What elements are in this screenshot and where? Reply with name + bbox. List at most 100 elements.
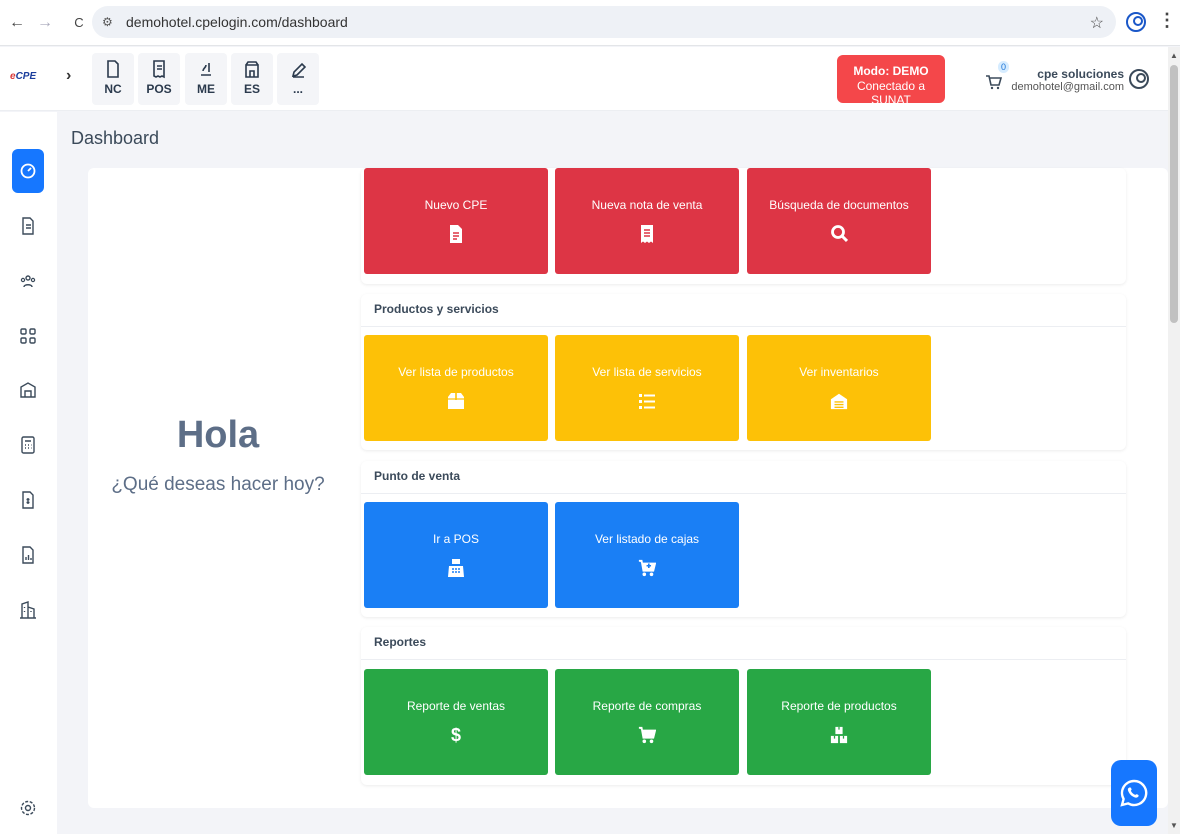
sidebar-item-dashboard[interactable] — [12, 149, 44, 193]
greeting-subtitle: ¿Qué deseas hacer hoy? — [111, 474, 325, 495]
mode-subtitle: Conectado a SUNAT — [856, 79, 926, 107]
cart-icon[interactable] — [984, 73, 1002, 91]
users-icon — [20, 275, 36, 288]
tile-reporte-compras[interactable]: Reporte de compras — [555, 669, 739, 775]
sidebar-item-calculator[interactable] — [12, 429, 44, 461]
tile-label: Reporte de ventas — [406, 699, 506, 713]
section-productos-servicios: Productos y servicios Ver lista de produ… — [361, 294, 1126, 450]
tile-label: Ver listado de cajas — [594, 532, 700, 546]
cart-plus-icon — [638, 559, 656, 577]
quick-action-me[interactable]: ME — [185, 53, 227, 105]
tile-label: Reporte de compras — [592, 699, 702, 713]
tile-ir-a-pos[interactable]: Ir a POS — [364, 502, 548, 608]
doc-icon — [107, 60, 119, 78]
tile-label: Ir a POS — [432, 532, 479, 546]
receipt-icon — [641, 225, 653, 243]
page-title: Dashboard — [71, 128, 160, 148]
back-icon[interactable]: ← — [6, 12, 28, 34]
sidebar-item-users[interactable] — [12, 265, 44, 297]
tile-reporte-ventas[interactable]: Reporte de ventas $ — [364, 669, 548, 775]
tile-label: Nuevo CPE — [424, 198, 488, 212]
edit-icon — [291, 62, 306, 78]
user-avatar-icon[interactable] — [1129, 69, 1149, 89]
user-email: demohotel@gmail.com — [1011, 81, 1124, 93]
tile-nuevo-cpe[interactable]: Nuevo CPE — [364, 168, 548, 274]
cash-register-icon — [448, 559, 464, 577]
tile-nueva-nota-de-venta[interactable]: Nueva nota de venta — [555, 168, 739, 274]
user-name[interactable]: cpe soluciones — [1037, 67, 1124, 81]
quick-action-es[interactable]: ES — [231, 53, 273, 105]
box-icon — [448, 393, 464, 409]
tile-label: Ver inventarios — [799, 365, 879, 379]
quick-action-label: ME — [197, 82, 215, 96]
signature-icon — [201, 63, 211, 76]
calculator-icon — [21, 436, 35, 454]
tile-reporte-productos[interactable]: Reporte de productos — [747, 669, 931, 775]
sidebar-item-company[interactable] — [12, 594, 44, 626]
tile-lista-productos[interactable]: Ver lista de productos — [364, 335, 548, 441]
section-title: Productos y servicios — [374, 302, 499, 316]
section-reportes: Reportes Reporte de ventas $ Reporte de … — [361, 627, 1126, 785]
boxes-icon — [830, 726, 848, 744]
quick-action-label: NC — [104, 82, 122, 96]
quick-action-nc[interactable]: NC — [92, 53, 134, 105]
quick-action-label: ES — [243, 82, 260, 96]
quick-action-more[interactable]: ... — [277, 53, 319, 105]
tile-label: Ver lista de productos — [398, 365, 514, 379]
quick-action-pos[interactable]: POS — [138, 53, 180, 105]
receipt-icon — [153, 60, 165, 79]
bookmark-star-icon[interactable]: ☆ — [1090, 13, 1104, 33]
quick-action-label: POS — [146, 82, 172, 96]
whatsapp-icon — [1120, 779, 1148, 807]
address-bar[interactable]: ⚙ demohotel.cpelogin.com/dashboard ☆ — [92, 6, 1116, 38]
expand-sidebar-icon[interactable]: › — [66, 67, 71, 85]
tile-label: Búsqueda de documentos — [769, 198, 909, 212]
browser-profile-icon[interactable] — [1126, 12, 1146, 32]
section-documentos: Nuevo CPE Nueva nota de venta Búsqueda d… — [361, 168, 1126, 284]
tile-label: Reporte de productos — [781, 699, 897, 713]
section-punto-de-venta: Punto de venta Ir a POS Ver listado de c… — [361, 461, 1126, 617]
section-divider — [361, 326, 1126, 327]
sidebar-item-apps[interactable] — [12, 320, 44, 352]
section-divider — [361, 659, 1126, 660]
apps-icon — [20, 328, 36, 344]
whatsapp-button[interactable] — [1111, 760, 1157, 826]
cart-icon — [638, 726, 656, 744]
document-icon — [22, 217, 34, 235]
tile-label: Ver lista de servicios — [592, 365, 702, 379]
cpe-logo[interactable]: eCPE — [10, 71, 46, 85]
search-icon — [831, 225, 848, 243]
sidebar-item-reports[interactable] — [12, 539, 44, 571]
site-settings-icon[interactable]: ⚙ — [102, 15, 118, 29]
report-icon — [22, 546, 34, 564]
reload-icon[interactable]: C — [68, 12, 90, 34]
file-icon — [450, 225, 462, 243]
browser-menu-icon[interactable]: ⋮ — [1158, 10, 1176, 31]
browser-toolbar: ← → C ⚙ demohotel.cpelogin.com/dashboard… — [0, 0, 1180, 46]
sidebar-item-invoices[interactable] — [12, 484, 44, 516]
scroll-up-icon[interactable]: ▲ — [1170, 51, 1178, 60]
tile-listado-cajas[interactable]: Ver listado de cajas — [555, 502, 739, 608]
tile-busqueda-documentos[interactable]: Búsqueda de documentos — [747, 168, 931, 274]
tile-inventarios[interactable]: Ver inventarios — [747, 335, 931, 441]
app-topbar: eCPE › NC POS ME ES ... Modo: DEMO Conec… — [0, 47, 1168, 111]
building-icon — [20, 601, 36, 619]
sidebar-item-documents[interactable] — [12, 210, 44, 242]
forward-icon[interactable]: → — [34, 12, 56, 34]
dashboard-icon — [20, 163, 36, 179]
page-scrollbar[interactable]: ▲ ▼ — [1168, 47, 1180, 834]
sidebar-item-warehouse[interactable] — [12, 374, 44, 406]
section-title: Punto de venta — [374, 469, 461, 483]
tile-label: Nueva nota de venta — [591, 198, 703, 212]
list-icon — [639, 394, 655, 409]
sidebar — [0, 112, 57, 834]
scroll-thumb[interactable] — [1170, 65, 1178, 323]
store-icon — [245, 61, 259, 78]
scroll-down-icon[interactable]: ▼ — [1170, 821, 1178, 830]
greeting-title: Hola — [176, 414, 260, 456]
mode-badge[interactable]: Modo: DEMO Conectado a SUNAT — [837, 55, 945, 107]
url-text: demohotel.cpelogin.com/dashboard — [126, 14, 348, 30]
tile-lista-servicios[interactable]: Ver lista de servicios — [555, 335, 739, 441]
warehouse-icon — [20, 382, 36, 398]
sidebar-item-settings[interactable] — [12, 792, 44, 824]
